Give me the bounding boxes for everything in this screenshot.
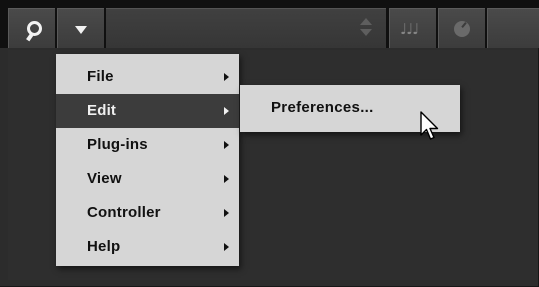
menu-item-label: Edit [87,102,117,119]
menu-item-help[interactable]: Help [56,230,239,264]
submenu-item-label: Preferences... [271,99,374,116]
menu-item-edit[interactable]: Edit [56,94,239,128]
menu-item-label: Plug-ins [87,136,148,153]
menu-item-view[interactable]: View [56,162,239,196]
menu-item-label: View [87,170,122,187]
toolbar: ♩♩♩ [0,0,539,48]
notes-icon: ♩♩♩ [400,20,419,38]
submenu-arrow-icon [224,107,229,115]
notes-button[interactable]: ♩♩♩ [389,8,436,48]
submenu-arrow-icon [224,209,229,217]
search-button[interactable] [8,8,55,48]
submenu-arrow-icon [224,175,229,183]
mouse-pointer-icon [420,111,439,140]
menu-item-label: Controller [87,204,161,221]
knob-icon [454,21,470,37]
main-menu: File Edit Plug-ins View Controller Help [56,54,239,266]
menu-item-controller[interactable]: Controller [56,196,239,230]
knob-button[interactable] [438,8,485,48]
menu-item-label: Help [87,238,121,255]
up-down-stepper-icon[interactable] [360,18,372,40]
submenu-arrow-icon [224,73,229,81]
submenu-arrow-icon [224,243,229,251]
display-field[interactable] [106,8,386,48]
submenu-arrow-icon [224,141,229,149]
menu-item-file[interactable]: File [56,60,239,94]
search-icon [25,19,43,42]
main-menu-button[interactable] [57,8,104,48]
menu-item-label: File [87,68,114,85]
toolbar-extra-button[interactable] [487,8,539,48]
menu-item-plug-ins[interactable]: Plug-ins [56,128,239,162]
dropdown-arrow-icon [75,26,87,34]
